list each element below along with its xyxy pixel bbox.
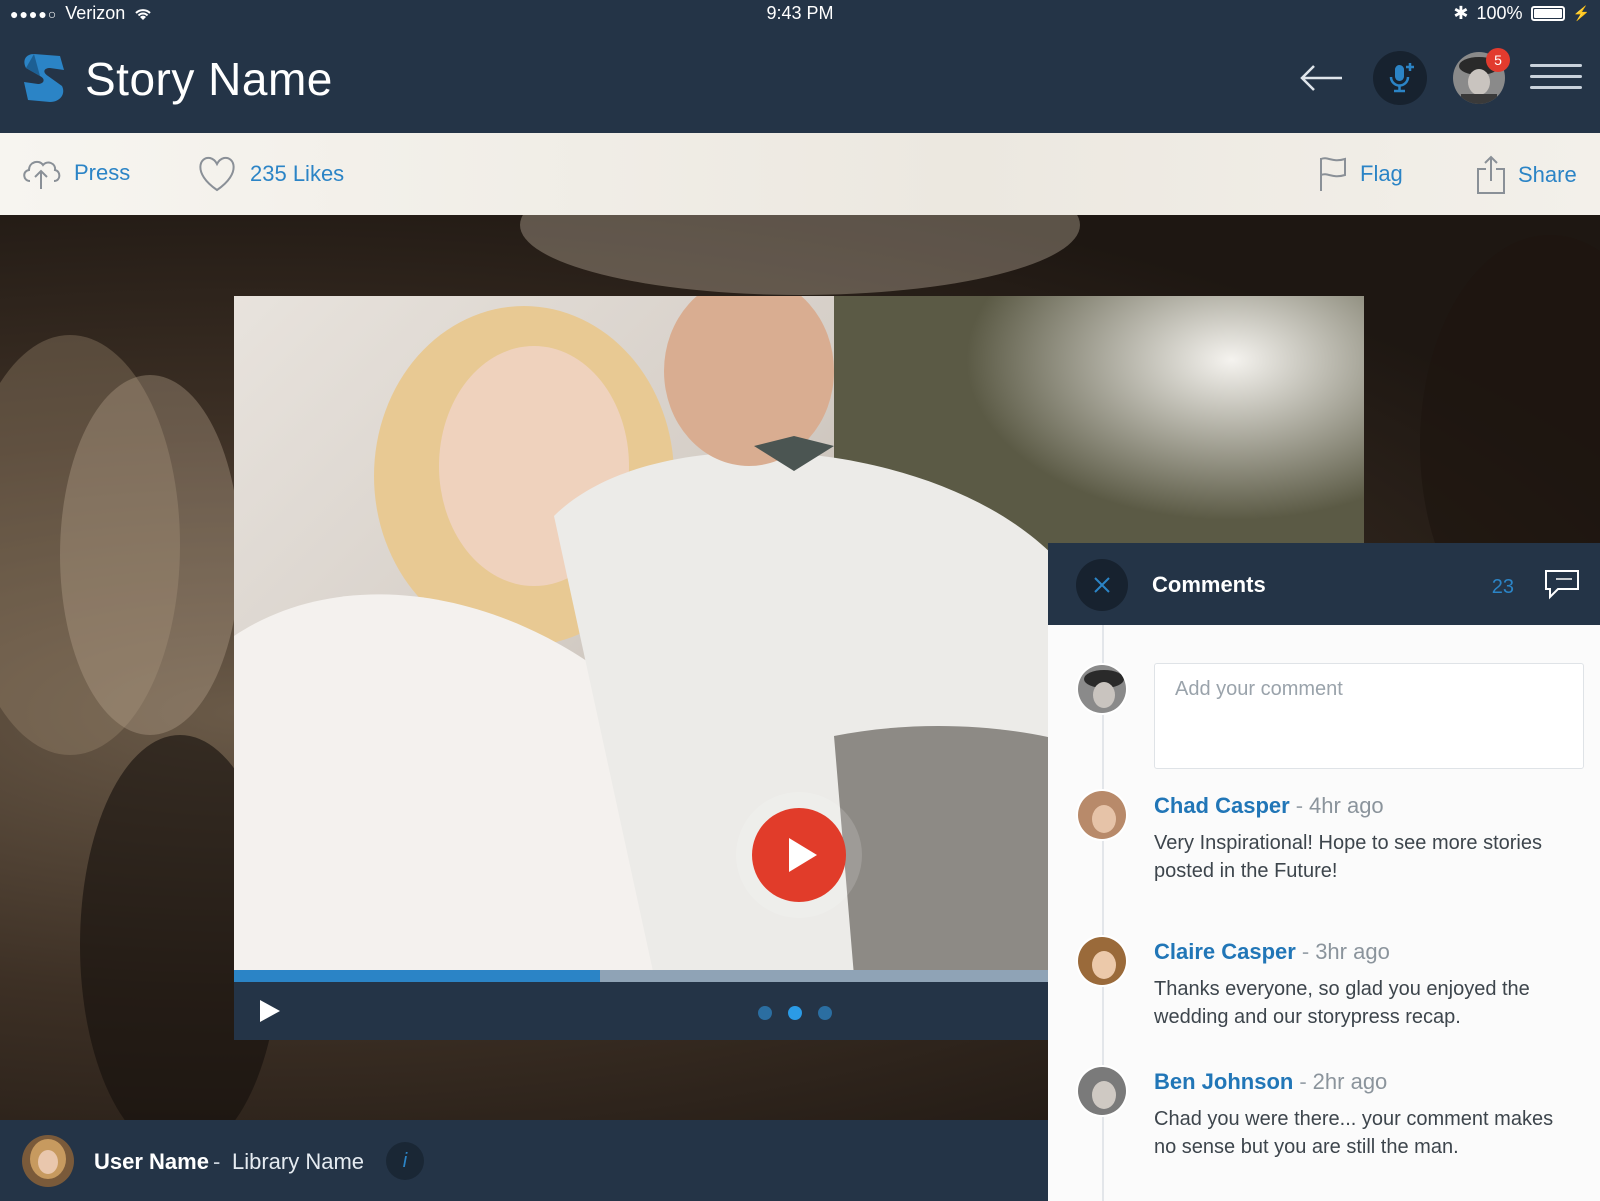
comment-meta: Ben Johnson -2hr ago bbox=[1154, 1069, 1574, 1095]
commenter-name[interactable]: Chad Casper bbox=[1154, 793, 1290, 818]
notification-badge: 5 bbox=[1486, 48, 1510, 72]
battery-icon bbox=[1530, 6, 1565, 21]
author-avatar-image bbox=[22, 1135, 74, 1187]
commenter-avatar-image bbox=[1078, 1067, 1126, 1115]
commenter-avatar[interactable] bbox=[1076, 935, 1128, 987]
video-progress-fill bbox=[234, 970, 601, 982]
comments-count: 23 bbox=[1491, 576, 1514, 598]
close-icon bbox=[1094, 577, 1110, 593]
comment-text: Chad you were there... your comment make… bbox=[1154, 1108, 1554, 1158]
comment-timestamp: 2hr ago bbox=[1312, 1069, 1388, 1094]
share-icon bbox=[1477, 155, 1505, 194]
share-label: Share bbox=[1518, 162, 1577, 187]
play-icon[interactable] bbox=[256, 998, 282, 1024]
info-button[interactable]: i bbox=[386, 1142, 424, 1180]
commenter-avatar-image bbox=[1078, 791, 1126, 839]
video-player-controls bbox=[234, 982, 1048, 1040]
comment-item: Chad Casper -4hr ago Very Inspirational! H… bbox=[1154, 793, 1574, 885]
comment-timestamp: 3hr ago bbox=[1315, 939, 1390, 964]
comments-title: Comments bbox=[1152, 572, 1266, 597]
comment-text: Very Inspirational! Hope to see more sto… bbox=[1154, 832, 1542, 882]
comment-meta: Chad Casper -4hr ago bbox=[1154, 793, 1574, 819]
press-button[interactable]: Press bbox=[20, 155, 130, 191]
comment-item: Ben Johnson -2hr ago Chad you were there..… bbox=[1154, 1069, 1574, 1161]
add-comment-input[interactable] bbox=[1154, 663, 1584, 769]
comment-separator: - bbox=[1299, 1069, 1307, 1094]
comment-meta: Claire Casper -3hr ago bbox=[1154, 939, 1574, 965]
hamburger-menu-icon[interactable] bbox=[1530, 64, 1582, 94]
user-avatar-image bbox=[1078, 665, 1126, 713]
play-video-button[interactable] bbox=[752, 808, 846, 902]
battery-label: 100% bbox=[1476, 3, 1523, 23]
flag-button[interactable]: Flag bbox=[1318, 155, 1403, 193]
slide-dot[interactable] bbox=[788, 1006, 802, 1020]
story-footer: User Name - Library Name i bbox=[0, 1120, 1048, 1201]
storypress-logo bbox=[24, 54, 64, 102]
current-user-avatar bbox=[1076, 663, 1128, 715]
footer-separator: - bbox=[213, 1149, 221, 1174]
author-avatar[interactable] bbox=[22, 1135, 74, 1187]
app-header: Story Name 5 bbox=[0, 28, 1600, 133]
action-bar: Press 235 Likes Flag Share bbox=[0, 133, 1600, 215]
record-mic-button[interactable] bbox=[1373, 51, 1427, 105]
comments-header: Comments 23 bbox=[1048, 543, 1600, 625]
comment-timestamp: 4hr ago bbox=[1309, 793, 1384, 818]
heart-icon bbox=[199, 156, 235, 192]
comment-separator: - bbox=[1301, 939, 1310, 964]
microphone-plus-icon bbox=[1389, 63, 1414, 93]
commenter-avatar-image bbox=[1078, 937, 1126, 985]
comment-item: Claire Casper -3hr ago Thanks everyone, so… bbox=[1154, 939, 1574, 1031]
cloud-upload-icon bbox=[23, 160, 61, 189]
press-label: Press bbox=[74, 160, 131, 185]
flag-icon bbox=[1320, 157, 1346, 191]
status-time: 9:43 PM bbox=[766, 3, 834, 23]
play-icon bbox=[789, 838, 817, 872]
slide-dot[interactable] bbox=[758, 1006, 772, 1020]
comment-separator: - bbox=[1295, 793, 1304, 818]
author-name[interactable]: User Name bbox=[94, 1149, 209, 1175]
close-comments-button[interactable] bbox=[1076, 559, 1128, 611]
comment-text: Thanks everyone, so glad you enjoyed the… bbox=[1154, 978, 1530, 1028]
flag-label: Flag bbox=[1360, 161, 1403, 186]
bluetooth-icon: ✱ bbox=[1453, 3, 1469, 23]
back-arrow-icon[interactable] bbox=[1298, 58, 1344, 98]
story-title: Story Name bbox=[85, 53, 333, 105]
likes-button[interactable]: 235 Likes bbox=[196, 155, 344, 193]
library-name[interactable]: Library Name bbox=[232, 1149, 364, 1175]
commenter-name[interactable]: Claire Casper bbox=[1154, 939, 1296, 964]
comments-panel: Comments 23 Chad Casper-4hr agoVery Insp… bbox=[1048, 543, 1600, 1201]
commenter-avatar[interactable] bbox=[1076, 1065, 1128, 1117]
charging-icon: ⚡ bbox=[1572, 5, 1590, 21]
speech-bubble-icon bbox=[1545, 570, 1579, 600]
video-progress-bar[interactable] bbox=[234, 970, 1048, 982]
likes-label: 235 Likes bbox=[250, 161, 345, 186]
status-bar: ●●●●○ Verizon 9:43 PM ✱ 100% ⚡ bbox=[0, 0, 1600, 28]
slide-dot[interactable] bbox=[818, 1006, 832, 1020]
commenter-name[interactable]: Ben Johnson bbox=[1154, 1069, 1293, 1094]
share-button[interactable]: Share bbox=[1476, 155, 1577, 195]
commenter-avatar[interactable] bbox=[1076, 789, 1128, 841]
